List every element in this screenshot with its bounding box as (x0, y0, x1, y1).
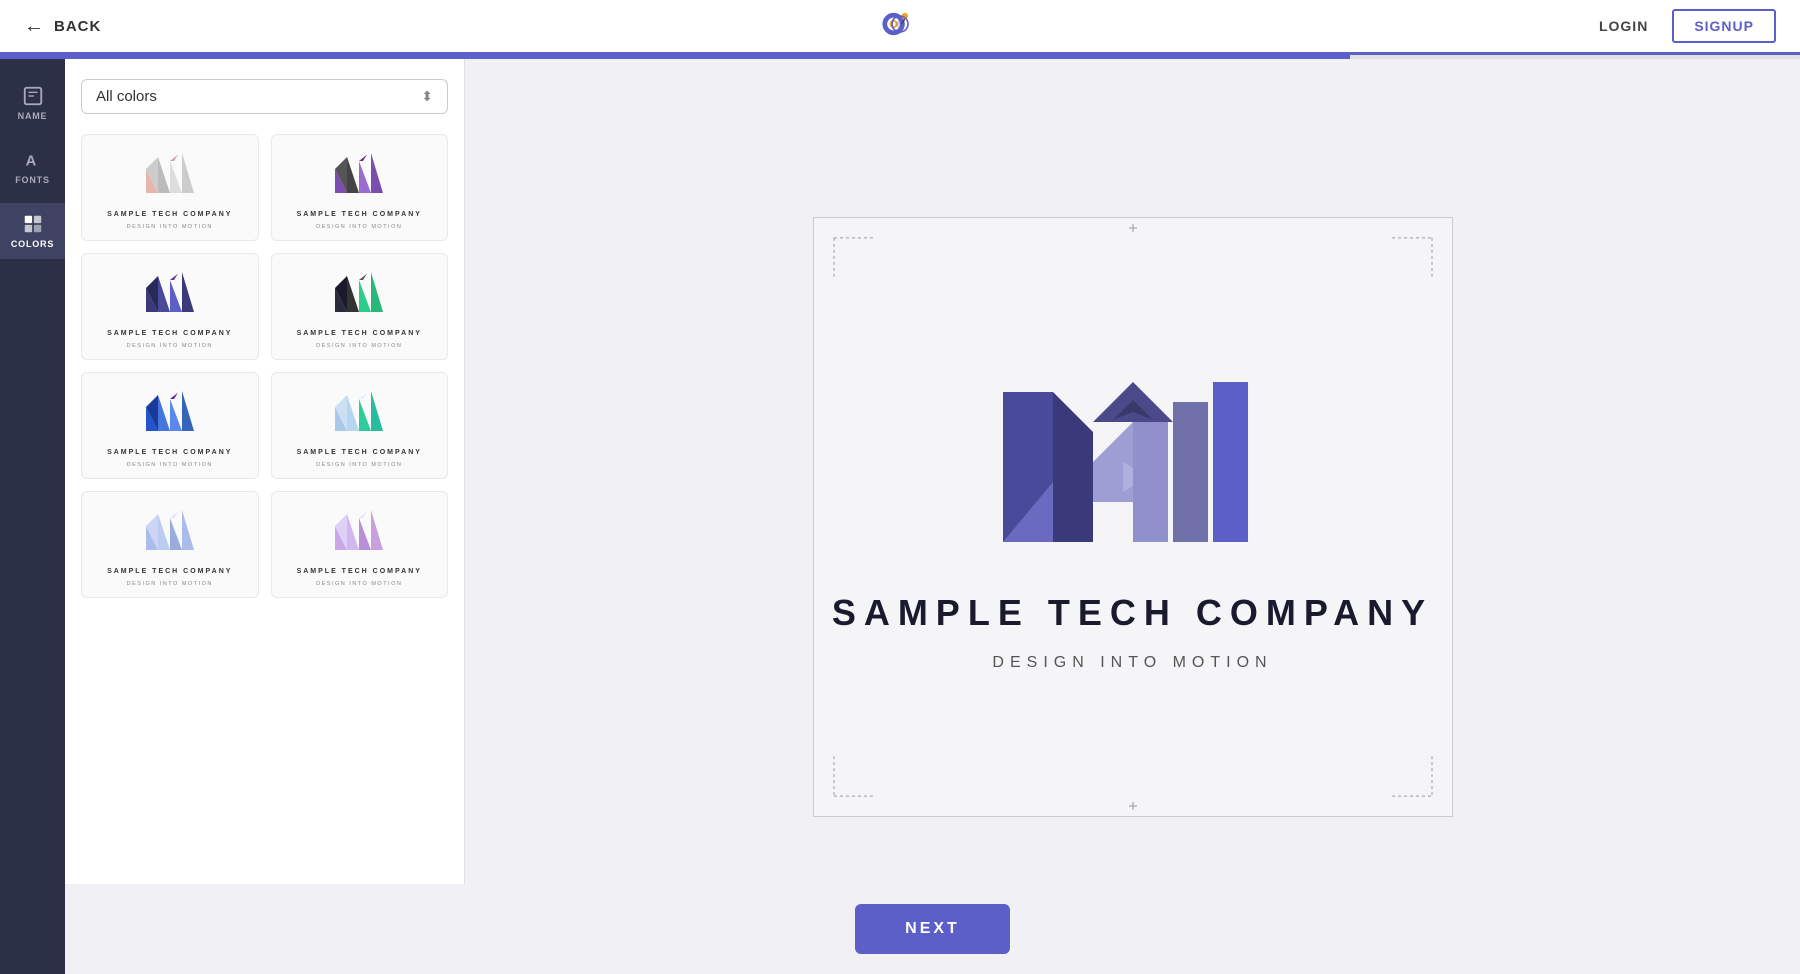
logo-icon (876, 6, 924, 42)
logo-thumbnail-3 (92, 264, 248, 324)
logo-card-7-sub: DESIGN INTO MOTION (127, 581, 213, 587)
logo-card-2-sub: DESIGN INTO MOTION (316, 224, 402, 230)
svg-text:A: A (25, 154, 37, 170)
logo-card-7[interactable]: SAMPLE TECH COMPANY DESIGN INTO MOTION (81, 491, 259, 598)
left-panel: All colors ⬍ SAMPLE TECH COMPANY (65, 59, 465, 974)
logo-card-4-name: SAMPLE TECH COMPANY (297, 330, 422, 337)
preview-canvas: SAMPLE TECH COMPANY DESIGN INTO MOTION (813, 217, 1453, 817)
color-filter-dropdown[interactable]: All colors ⬍ (81, 79, 448, 114)
sidebar-item-colors[interactable]: COLORS (0, 203, 65, 259)
tag-icon (22, 85, 44, 107)
logo-card-2[interactable]: SAMPLE TECH COMPANY DESIGN INTO MOTION (271, 134, 449, 241)
logo-card-3-sub: DESIGN INTO MOTION (127, 343, 213, 349)
sidebar-fonts-label: FONTS (15, 175, 50, 185)
logo-thumbnail-2 (282, 145, 438, 205)
logo-card-3-name: SAMPLE TECH COMPANY (107, 330, 232, 337)
font-icon: A (22, 149, 44, 171)
signup-button[interactable]: SIGNUP (1672, 9, 1776, 43)
logo-card-6[interactable]: SAMPLE TECH COMPANY DESIGN INTO MOTION (271, 372, 449, 479)
chevron-down-icon: ⬍ (421, 88, 433, 105)
logo-card-5-name: SAMPLE TECH COMPANY (107, 449, 232, 456)
back-button[interactable]: ← BACK (24, 15, 101, 38)
logo-card-8-name: SAMPLE TECH COMPANY (297, 568, 422, 575)
progress-bar (0, 55, 1800, 59)
app-logo (876, 6, 924, 47)
sidebar-name-label: NAME (18, 111, 48, 121)
sidebar-item-name[interactable]: NAME (0, 75, 65, 131)
login-button[interactable]: LOGIN (1587, 10, 1660, 42)
bottom-bar: NEXT (65, 884, 1800, 974)
topnav: ← BACK LOGIN SIGNUP (0, 0, 1800, 55)
right-panel: SAMPLE TECH COMPANY DESIGN INTO MOTION (465, 59, 1800, 974)
logo-card-1-name: SAMPLE TECH COMPANY (107, 211, 232, 218)
logo-card-6-name: SAMPLE TECH COMPANY (297, 449, 422, 456)
progress-fill (0, 55, 1350, 59)
back-label: BACK (54, 18, 101, 35)
preview-logo-svg (993, 362, 1273, 572)
main-content: All colors ⬍ SAMPLE TECH COMPANY (65, 59, 1800, 974)
logo-color-grid: SAMPLE TECH COMPANY DESIGN INTO MOTION S… (81, 134, 448, 598)
logo-card-7-name: SAMPLE TECH COMPANY (107, 568, 232, 575)
logo-card-5[interactable]: SAMPLE TECH COMPANY DESIGN INTO MOTION (81, 372, 259, 479)
next-button[interactable]: NEXT (855, 904, 1010, 954)
logo-thumbnail-6 (282, 383, 438, 443)
logo-card-2-name: SAMPLE TECH COMPANY (297, 211, 422, 218)
sidebar-item-fonts[interactable]: A FONTS (0, 139, 65, 195)
logo-card-1-sub: DESIGN INTO MOTION (127, 224, 213, 230)
logo-card-4-sub: DESIGN INTO MOTION (316, 343, 402, 349)
logo-card-4[interactable]: SAMPLE TECH COMPANY DESIGN INTO MOTION (271, 253, 449, 360)
logo-thumbnail-8 (282, 502, 438, 562)
color-filter-label: All colors (96, 88, 157, 105)
logo-thumbnail-4 (282, 264, 438, 324)
preview-company-name: SAMPLE TECH COMPANY (832, 592, 1433, 634)
colors-icon (22, 213, 44, 235)
logo-thumbnail-1 (92, 145, 248, 205)
sidebar-colors-label: COLORS (11, 239, 54, 249)
logo-thumbnail-7 (92, 502, 248, 562)
logo-card-6-sub: DESIGN INTO MOTION (316, 462, 402, 468)
preview-tagline: DESIGN INTO MOTION (992, 654, 1272, 672)
back-arrow-icon: ← (24, 15, 44, 38)
logo-card-3[interactable]: SAMPLE TECH COMPANY DESIGN INTO MOTION (81, 253, 259, 360)
logo-card-1[interactable]: SAMPLE TECH COMPANY DESIGN INTO MOTION (81, 134, 259, 241)
logo-card-8-sub: DESIGN INTO MOTION (316, 581, 402, 587)
logo-card-5-sub: DESIGN INTO MOTION (127, 462, 213, 468)
sidebar: NAME A FONTS COLORS (0, 59, 65, 974)
logo-thumbnail-5 (92, 383, 248, 443)
topnav-right: LOGIN SIGNUP (1587, 9, 1776, 43)
logo-card-8[interactable]: SAMPLE TECH COMPANY DESIGN INTO MOTION (271, 491, 449, 598)
